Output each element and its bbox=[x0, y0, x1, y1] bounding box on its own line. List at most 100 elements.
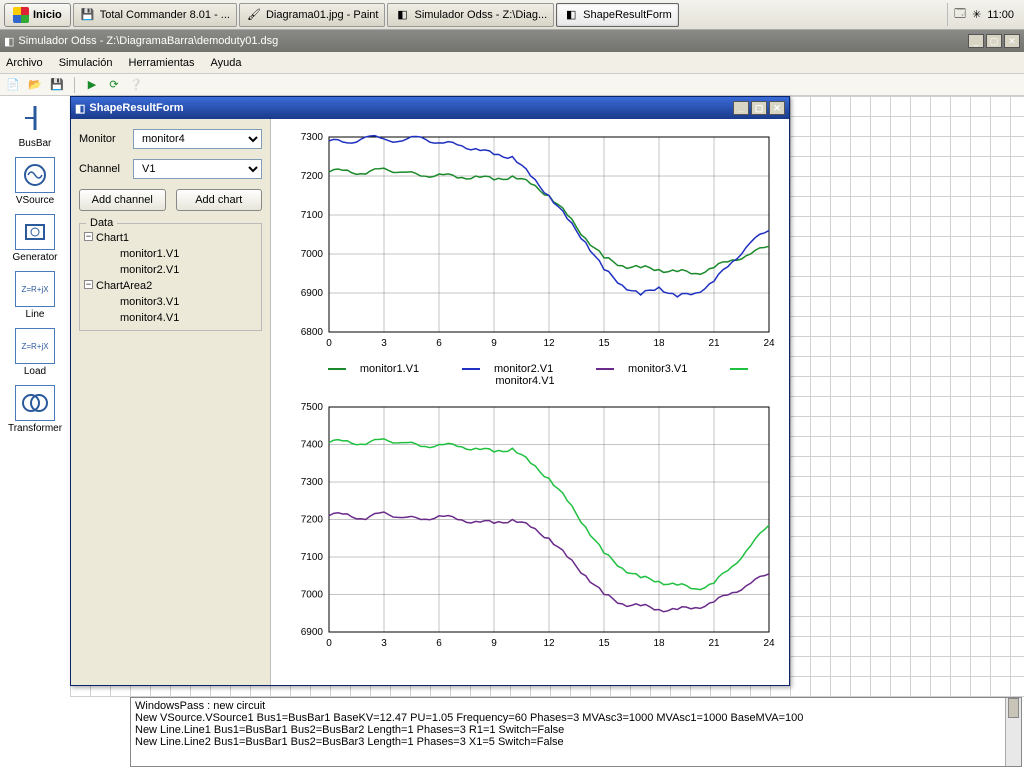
menu-archivo[interactable]: Archivo bbox=[6, 57, 43, 69]
svg-text:15: 15 bbox=[598, 638, 610, 649]
menu-ayuda[interactable]: Ayuda bbox=[211, 57, 242, 69]
new-file-icon[interactable]: 📄 bbox=[4, 76, 22, 94]
palette-load[interactable]: Z=R+jXLoad bbox=[5, 328, 65, 377]
clock: 11:00 bbox=[987, 9, 1014, 21]
svg-text:12: 12 bbox=[543, 338, 555, 349]
save-file-icon[interactable]: 💾 bbox=[48, 76, 66, 94]
collapse-icon[interactable]: − bbox=[84, 232, 93, 241]
window-title: Simulador Odss - Z:\DiagramaBarra\demodu… bbox=[18, 35, 278, 47]
data-legend: Data bbox=[86, 217, 117, 229]
data-tree[interactable]: −Chart1 monitor1.V1 monitor2.V1 −ChartAr… bbox=[84, 230, 257, 326]
svg-text:7000: 7000 bbox=[301, 590, 324, 601]
tree-leaf[interactable]: monitor4.V1 bbox=[96, 310, 257, 326]
svg-text:7300: 7300 bbox=[301, 477, 324, 488]
add-chart-button[interactable]: Add chart bbox=[176, 189, 263, 211]
tree-node[interactable]: −Chart1 monitor1.V1 monitor2.V1 bbox=[84, 230, 257, 278]
app-icon: ◧ bbox=[394, 7, 410, 23]
svg-text:18: 18 bbox=[653, 338, 665, 349]
task-button[interactable]: 🖌Diagrama01.jpg - Paint bbox=[239, 3, 386, 27]
menu-simulacion[interactable]: Simulación bbox=[59, 57, 113, 69]
svg-text:6900: 6900 bbox=[301, 627, 324, 638]
menu-herramientas[interactable]: Herramientas bbox=[129, 57, 195, 69]
collapse-icon[interactable]: − bbox=[84, 280, 93, 289]
svg-text:6800: 6800 bbox=[301, 327, 324, 338]
svg-text:7400: 7400 bbox=[301, 440, 324, 451]
legend-swatch bbox=[596, 368, 614, 370]
app-icon: ◧ bbox=[4, 35, 14, 48]
add-channel-button[interactable]: Add channel bbox=[79, 189, 166, 211]
minimize-button[interactable]: _ bbox=[968, 34, 984, 48]
monitor-select[interactable]: monitor4 bbox=[133, 129, 262, 149]
scroll-thumb[interactable] bbox=[1008, 698, 1019, 718]
chart-legend: monitor1.V1 monitor2.V1 monitor3.V1 moni… bbox=[279, 357, 781, 397]
svg-text:21: 21 bbox=[708, 338, 720, 349]
svg-text:6900: 6900 bbox=[301, 288, 324, 299]
toolbar: 📄 📂 💾 ▶ ⟳ ❔ bbox=[0, 74, 1024, 96]
tray-icon[interactable]: 🗔 bbox=[954, 5, 966, 24]
control-panel: Monitor monitor4 Channel V1 Add channel … bbox=[71, 119, 271, 685]
system-tray: 🗔 ✳ 11:00 bbox=[947, 3, 1020, 26]
console-line: WindowsPass : new circuit bbox=[135, 700, 1017, 712]
legend-swatch bbox=[328, 368, 346, 370]
minimize-button[interactable]: _ bbox=[733, 101, 749, 115]
chart-2: 0369121518212469007000710072007300740075… bbox=[279, 397, 781, 657]
tree-leaf[interactable]: monitor3.V1 bbox=[96, 294, 257, 310]
workspace: BusBar VSource Generator Z=R+jXLine Z=R+… bbox=[0, 96, 1024, 767]
svg-text:3: 3 bbox=[381, 338, 387, 349]
floppy-icon: 💾 bbox=[80, 7, 96, 23]
menubar: Archivo Simulación Herramientas Ayuda bbox=[0, 52, 1024, 74]
svg-text:7300: 7300 bbox=[301, 132, 324, 143]
task-button[interactable]: ◧ShapeResultForm bbox=[556, 3, 679, 27]
component-palette: BusBar VSource Generator Z=R+jXLine Z=R+… bbox=[0, 96, 70, 697]
svg-text:0: 0 bbox=[326, 338, 332, 349]
svg-text:0: 0 bbox=[326, 638, 332, 649]
tray-icon[interactable]: ✳ bbox=[972, 8, 981, 21]
separator bbox=[74, 77, 75, 93]
scrollbar[interactable] bbox=[1005, 698, 1021, 766]
help-icon[interactable]: ❔ bbox=[127, 76, 145, 94]
window-titlebar: ◧ Simulador Odss - Z:\DiagramaBarra\demo… bbox=[0, 30, 1024, 52]
palette-line[interactable]: Z=R+jXLine bbox=[5, 271, 65, 320]
form-icon: ◧ bbox=[75, 102, 85, 115]
tree-leaf[interactable]: monitor2.V1 bbox=[96, 262, 257, 278]
data-groupbox: Data −Chart1 monitor1.V1 monitor2.V1 −Ch… bbox=[79, 223, 262, 331]
svg-text:7200: 7200 bbox=[301, 515, 324, 526]
svg-text:7200: 7200 bbox=[301, 171, 324, 182]
shaperesultform-window: ◧ ShapeResultForm _ ▢ ✕ Monitor monitor4… bbox=[70, 96, 790, 686]
paint-icon: 🖌 bbox=[246, 7, 262, 23]
run-icon[interactable]: ▶ bbox=[83, 76, 101, 94]
task-button[interactable]: 💾Total Commander 8.01 - ... bbox=[73, 3, 237, 27]
close-button[interactable]: ✕ bbox=[1004, 34, 1020, 48]
svg-text:24: 24 bbox=[763, 338, 775, 349]
channel-select[interactable]: V1 bbox=[133, 159, 262, 179]
maximize-button[interactable]: ▢ bbox=[751, 101, 767, 115]
tree-node[interactable]: −ChartArea2 monitor3.V1 monitor4.V1 bbox=[84, 278, 257, 326]
svg-text:3: 3 bbox=[381, 638, 387, 649]
task-button[interactable]: ◧Simulador Odss - Z:\Diag... bbox=[387, 3, 554, 27]
svg-text:7000: 7000 bbox=[301, 249, 324, 260]
child-titlebar[interactable]: ◧ ShapeResultForm _ ▢ ✕ bbox=[71, 97, 789, 119]
maximize-button[interactable]: ▢ bbox=[986, 34, 1002, 48]
console-line: New Line.Line2 Bus1=BusBar1 Bus2=BusBar3… bbox=[135, 736, 1017, 748]
svg-text:21: 21 bbox=[708, 638, 720, 649]
start-button[interactable]: Inicio bbox=[4, 3, 71, 27]
tree-leaf[interactable]: monitor1.V1 bbox=[96, 246, 257, 262]
app-icon: ◧ bbox=[563, 7, 579, 23]
svg-text:12: 12 bbox=[543, 638, 555, 649]
channel-label: Channel bbox=[79, 163, 127, 175]
svg-text:6: 6 bbox=[436, 338, 442, 349]
output-console[interactable]: WindowsPass : new circuit New VSource.VS… bbox=[130, 697, 1022, 767]
palette-vsource[interactable]: VSource bbox=[5, 157, 65, 206]
svg-text:9: 9 bbox=[491, 638, 497, 649]
open-file-icon[interactable]: 📂 bbox=[26, 76, 44, 94]
svg-text:7100: 7100 bbox=[301, 552, 324, 563]
svg-text:18: 18 bbox=[653, 638, 665, 649]
palette-generator[interactable]: Generator bbox=[5, 214, 65, 263]
palette-busbar[interactable]: BusBar bbox=[5, 100, 65, 149]
close-button[interactable]: ✕ bbox=[769, 101, 785, 115]
refresh-icon[interactable]: ⟳ bbox=[105, 76, 123, 94]
console-line: New Line.Line1 Bus1=BusBar1 Bus2=BusBar2… bbox=[135, 724, 1017, 736]
svg-text:6: 6 bbox=[436, 638, 442, 649]
palette-transformer[interactable]: Transformer bbox=[5, 385, 65, 434]
legend-swatch bbox=[730, 368, 748, 370]
